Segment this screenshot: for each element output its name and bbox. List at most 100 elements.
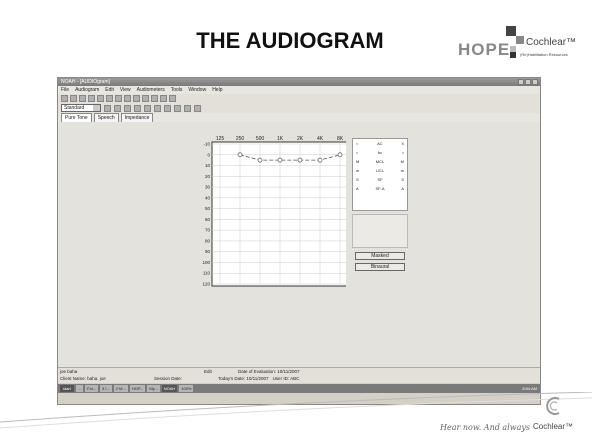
toolbar-button[interactable] bbox=[124, 95, 131, 102]
legend-label: UCL bbox=[375, 168, 384, 173]
audiogram-svg: 125 250 500 1K 2K 4K 8K -10 0 10 20 30 40 50 60 70 80 90 1… bbox=[202, 136, 346, 287]
taskbar-item[interactable]: 2 M... bbox=[113, 385, 128, 392]
toolbar-button[interactable] bbox=[88, 95, 95, 102]
minimize-button[interactable] bbox=[518, 79, 524, 85]
toolbar-secondary: Standard bbox=[58, 103, 540, 113]
data-point bbox=[337, 152, 343, 158]
maximize-button[interactable] bbox=[525, 79, 531, 85]
toolbar bbox=[58, 94, 540, 103]
print-icon[interactable] bbox=[124, 104, 131, 112]
taskbar-item-noah[interactable]: NOAH bbox=[161, 385, 178, 392]
taskbar-item[interactable]: 3 I... bbox=[100, 385, 112, 392]
taskbar-zoom[interactable]: 100% bbox=[179, 385, 194, 392]
toolbar-button[interactable] bbox=[164, 104, 171, 112]
menu-file[interactable]: File bbox=[61, 86, 69, 94]
toolbar-button[interactable] bbox=[115, 95, 122, 102]
status-session: Session Date: bbox=[154, 376, 183, 381]
toolbar-button[interactable] bbox=[142, 95, 149, 102]
legend-row-sfa[interactable]: A SF-A A bbox=[353, 184, 407, 193]
data-point bbox=[297, 157, 303, 163]
toolbar-button[interactable] bbox=[174, 104, 181, 112]
logo-square-icon bbox=[506, 26, 516, 36]
toolbar-button[interactable] bbox=[151, 95, 158, 102]
m-icon: M bbox=[356, 159, 360, 164]
toolbar-button[interactable] bbox=[61, 95, 68, 102]
y-tick-label: 50 bbox=[205, 206, 211, 211]
logo-rehab-text: (Re)Habilitation Resources bbox=[520, 52, 568, 57]
audiogram-chart[interactable]: 125 250 500 1K 2K 4K 8K -10 0 10 20 30 40 50 60 70 80 90 1… bbox=[196, 132, 346, 292]
slide-footer-curve bbox=[0, 392, 592, 429]
preset-select[interactable]: Standard bbox=[61, 104, 101, 112]
legend-row-sf[interactable]: S SF S bbox=[353, 175, 407, 184]
data-point bbox=[277, 157, 283, 163]
menu-view[interactable]: View bbox=[120, 86, 131, 94]
legend-row-ac[interactable]: ○ AC X bbox=[353, 139, 407, 148]
taskbar-item[interactable]: My... bbox=[147, 385, 160, 392]
legend-row-bc[interactable]: < bc > bbox=[353, 148, 407, 157]
start-button[interactable]: start bbox=[60, 385, 74, 392]
taskbar-item[interactable]: Fol... bbox=[85, 385, 99, 392]
circle-icon: ○ bbox=[356, 141, 359, 146]
help-icon[interactable] bbox=[194, 104, 201, 112]
y-tick-label: 120 bbox=[202, 282, 210, 287]
toolbar-button[interactable] bbox=[169, 95, 176, 102]
x-tick-label: 8K bbox=[337, 136, 344, 142]
legend-symbol: M bbox=[400, 159, 404, 164]
tab-impedance[interactable]: Impedance bbox=[120, 113, 154, 122]
tab-speech[interactable]: Speech bbox=[93, 113, 119, 122]
window-title: NOAH - [AUDIOgram] bbox=[61, 79, 110, 85]
y-tick-label: 70 bbox=[205, 228, 211, 233]
chevron-down-icon[interactable] bbox=[93, 105, 100, 111]
plot-area bbox=[211, 141, 346, 287]
toolbar-button[interactable] bbox=[70, 95, 77, 102]
status-bar-client: Client Name: baha, joe Session Date: Tod… bbox=[58, 375, 540, 383]
menu-help[interactable]: Help bbox=[212, 86, 222, 94]
logo-square-icon bbox=[516, 36, 524, 44]
toolbar-button[interactable] bbox=[106, 95, 113, 102]
binaural-button[interactable]: Binaural bbox=[355, 263, 405, 271]
status-today: Today's Date: 10/11/2007 bbox=[218, 376, 269, 381]
close-button[interactable] bbox=[532, 79, 538, 85]
toolbar-button[interactable] bbox=[184, 104, 191, 112]
s-icon: S bbox=[356, 177, 359, 182]
footer-brand: Cochlear™ bbox=[533, 422, 574, 431]
legend-empty-panel bbox=[352, 214, 408, 248]
masked-button[interactable]: Masked bbox=[355, 252, 405, 260]
legend-symbol: S bbox=[401, 177, 404, 182]
taskbar-item[interactable]: ... bbox=[75, 385, 84, 392]
menu-tools[interactable]: Tools bbox=[171, 86, 183, 94]
data-point bbox=[237, 152, 243, 158]
legend-row-mcl[interactable]: M MCL M bbox=[353, 157, 407, 166]
toolbar-button[interactable] bbox=[154, 104, 161, 112]
menu-audiogram[interactable]: Audiogram bbox=[75, 86, 99, 94]
toolbar-button[interactable] bbox=[97, 95, 104, 102]
status-client: Client Name: baha, joe bbox=[60, 376, 106, 381]
menu-audiometers[interactable]: Audiometers bbox=[137, 86, 165, 94]
undo-icon[interactable] bbox=[134, 104, 141, 112]
save-icon[interactable] bbox=[114, 104, 121, 112]
legend-symbol: m bbox=[400, 168, 404, 173]
toolbar-button[interactable] bbox=[104, 104, 111, 112]
y-tick-label: 100 bbox=[202, 260, 210, 265]
legend-label: bc bbox=[377, 150, 383, 155]
cochlear-mark-icon bbox=[546, 397, 560, 415]
toolbar-button[interactable] bbox=[160, 95, 167, 102]
menu-window[interactable]: Window bbox=[188, 86, 206, 94]
x-tick-label: 4K bbox=[317, 136, 324, 142]
legend-label: AC bbox=[377, 141, 383, 146]
status-user: User ID: ABC bbox=[272, 376, 300, 381]
toolbar-button[interactable] bbox=[133, 95, 140, 102]
data-point bbox=[317, 157, 323, 163]
y-tick-label: -10 bbox=[203, 142, 210, 147]
toolbar-button[interactable] bbox=[144, 104, 151, 112]
legend-label: SF-A bbox=[375, 186, 385, 191]
tab-pure-tone[interactable]: Pure Tone bbox=[61, 113, 92, 122]
toolbar-button[interactable] bbox=[79, 95, 86, 102]
taskbar-item[interactable]: HOP... bbox=[129, 385, 146, 392]
logo-square-icon bbox=[510, 52, 516, 58]
x-tick-label: 500 bbox=[256, 136, 265, 142]
app-window: NOAH - [AUDIOgram] File Audiogram Edit V… bbox=[57, 77, 541, 405]
menu-edit[interactable]: Edit bbox=[105, 86, 114, 94]
legend-row-ucl[interactable]: m UCL m bbox=[353, 166, 407, 175]
status-eval-date: Date of Evaluation: 10/11/2007 bbox=[238, 369, 300, 374]
